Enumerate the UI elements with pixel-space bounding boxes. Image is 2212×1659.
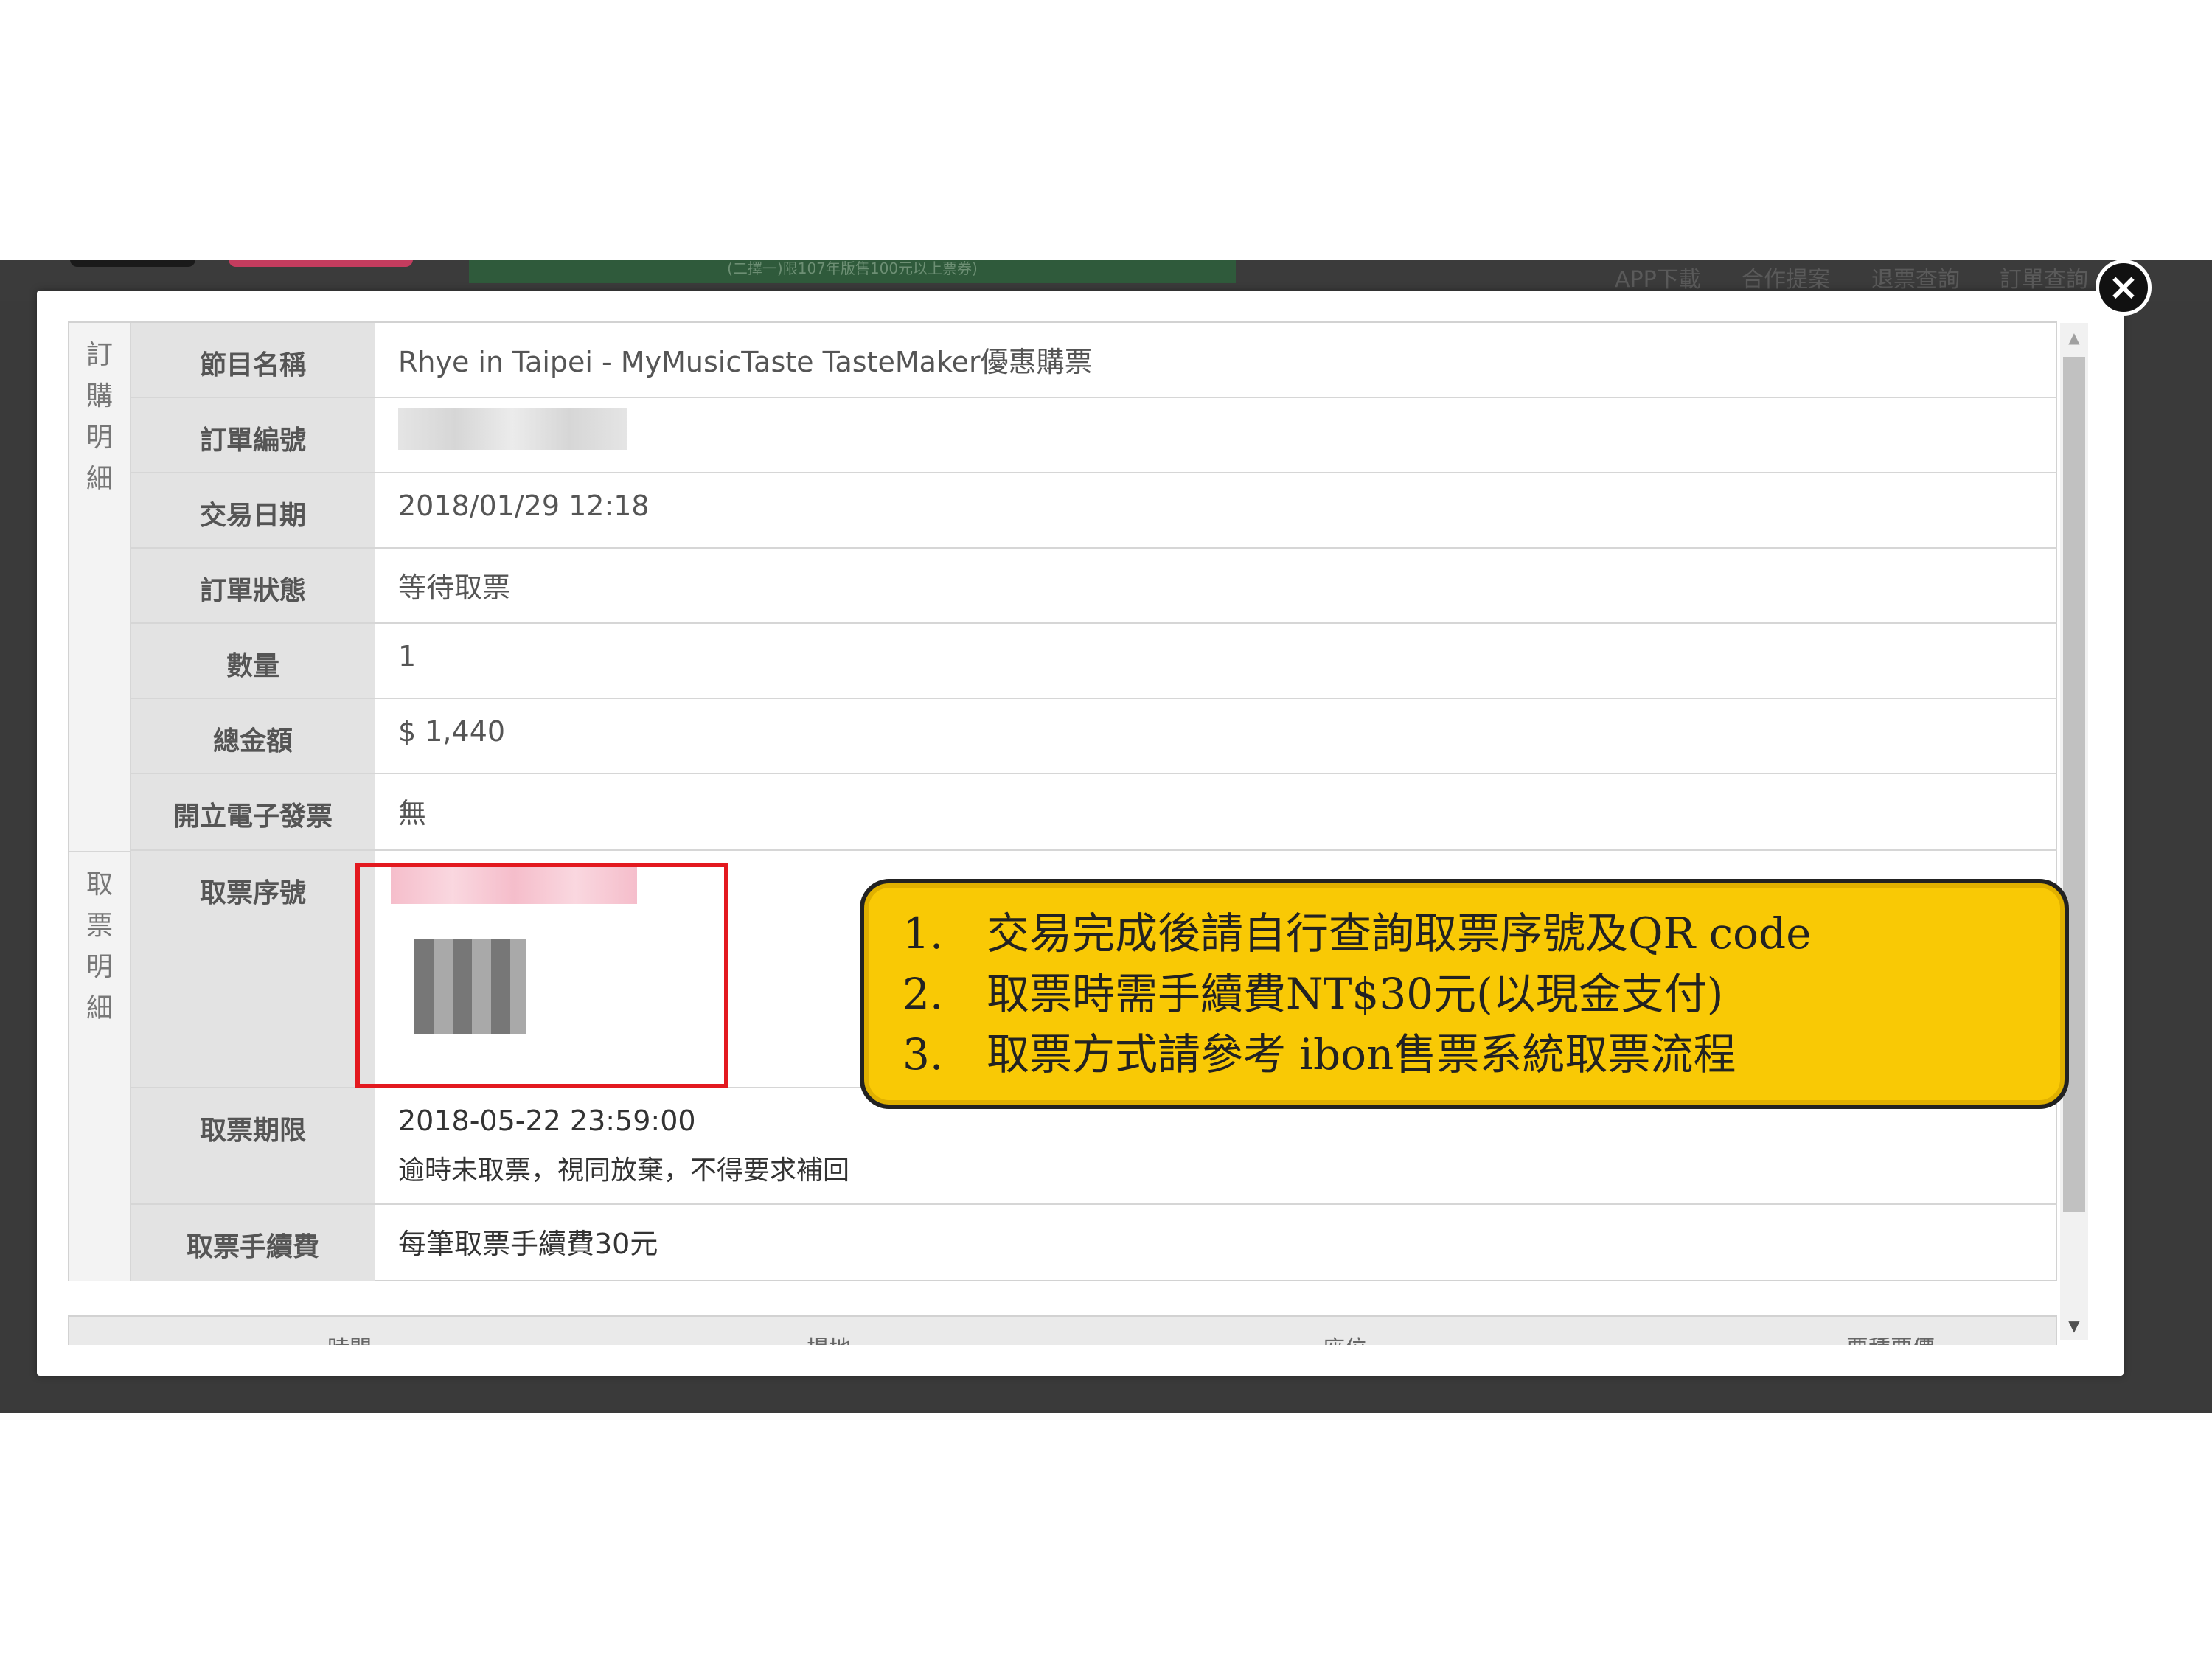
nav-order-query[interactable]: 訂單查詢: [2000, 261, 2088, 293]
header-time: 時間: [327, 1330, 372, 1345]
ticket-serial-highlight-box: [355, 863, 728, 1088]
label-order-status: 訂單狀態: [131, 549, 375, 622]
callout-item-2: 2. 取票時需手續費NT$30元(以現金支付): [902, 964, 1723, 1023]
callout-item-1: 1. 交易完成後請自行查詢取票序號及QR code: [902, 904, 1812, 963]
row-program-name: 節目名稱 Rhye in Taipei - MyMusicTaste Taste…: [131, 323, 2057, 398]
label-program-name: 節目名稱: [131, 323, 375, 397]
label-quantity: 數量: [131, 624, 375, 698]
instruction-callout: 1. 交易完成後請自行查詢取票序號及QR code 2. 取票時需手續費NT$30元…: [860, 879, 2069, 1109]
value-e-invoice: 無: [398, 797, 427, 830]
label-order-number: 訂單編號: [131, 398, 375, 472]
callout-item-number: 3.: [902, 1029, 944, 1079]
callout-item-text: 交易完成後請自行查詢取票序號及QR code: [987, 908, 1812, 959]
label-ticket-serial: 取票序號: [131, 851, 375, 1087]
callout-item-number: 1.: [902, 908, 944, 959]
scroll-down-arrow-icon[interactable]: ▼: [2060, 1311, 2088, 1340]
header-venue: 場地: [807, 1330, 851, 1345]
callout-item-text: 取票時需手續費NT$30元(以現金支付): [987, 969, 1724, 1019]
pickup-deadline-note: 逾時未取票，視同放棄，不得要求補回: [398, 1155, 850, 1186]
header-pill-pink: [229, 260, 413, 267]
label-pickup-deadline: 取票期限: [131, 1088, 375, 1203]
value-transaction-date: 2018/01/29 12:18: [398, 490, 650, 522]
row-transaction-date: 交易日期 2018/01/29 12:18: [131, 473, 2057, 549]
order-detail-table: 訂購明細 取票明細 節目名稱 Rhye in Taipei - MyMusicT…: [68, 321, 2057, 1281]
redacted-order-number: [398, 408, 627, 450]
row-quantity: 數量 1: [131, 624, 2057, 699]
nav-refund-query[interactable]: 退票查詢: [1871, 261, 1960, 293]
label-transaction-date: 交易日期: [131, 473, 375, 547]
row-order-status: 訂單狀態 等待取票: [131, 549, 2057, 624]
row-total-amount: 總金額 $ 1,440: [131, 699, 2057, 774]
modal-scrollbar[interactable]: ▲ ▼: [2060, 323, 2088, 1340]
close-icon[interactable]: ×: [2096, 260, 2152, 316]
nav-cooperation[interactable]: 合作提案: [1742, 261, 1830, 293]
nav-app-download[interactable]: APP下載: [1615, 261, 1701, 293]
callout-item-3: 3. 取票方式請參考 ibon售票系統取票流程: [902, 1025, 1736, 1084]
scroll-up-arrow-icon[interactable]: ▲: [2060, 323, 2088, 352]
header-pill-dark: [70, 260, 195, 267]
value-quantity: 1: [398, 640, 417, 672]
callout-item-number: 2.: [902, 969, 944, 1019]
session-table-header: 時間 場地 座位 票種票價: [68, 1315, 2057, 1345]
value-order-status: 等待取票: [398, 571, 511, 604]
callout-item-text: 取票方式請參考 ibon售票系統取票流程: [987, 1029, 1736, 1079]
row-e-invoice: 開立電子發票 無: [131, 774, 2057, 851]
value-pickup-fee: 每筆取票手續費30元: [398, 1228, 658, 1260]
label-total-amount: 總金額: [131, 699, 375, 773]
section-ticket-detail: 取票明細: [69, 851, 131, 1281]
label-e-invoice: 開立電子發票: [131, 774, 375, 849]
header-ticket-price: 票種票價: [1846, 1330, 1935, 1345]
header-banner: (二擇一)限107年版售100元以上票券): [469, 260, 1236, 283]
value-total-amount: $ 1,440: [398, 715, 506, 748]
header-seat: 座位: [1323, 1330, 1367, 1345]
row-pickup-fee: 取票手續費 每筆取票手續費30元: [131, 1205, 2057, 1281]
section-order-detail: 訂購明細: [69, 323, 131, 851]
value-pickup-deadline: 2018-05-22 23:59:00: [398, 1105, 696, 1137]
section-ticket-label: 取票明細: [86, 869, 113, 1023]
value-program-name: Rhye in Taipei - MyMusicTaste TasteMaker…: [398, 346, 1093, 378]
section-order-label: 訂購明細: [86, 340, 113, 494]
label-pickup-fee: 取票手續費: [131, 1205, 375, 1281]
